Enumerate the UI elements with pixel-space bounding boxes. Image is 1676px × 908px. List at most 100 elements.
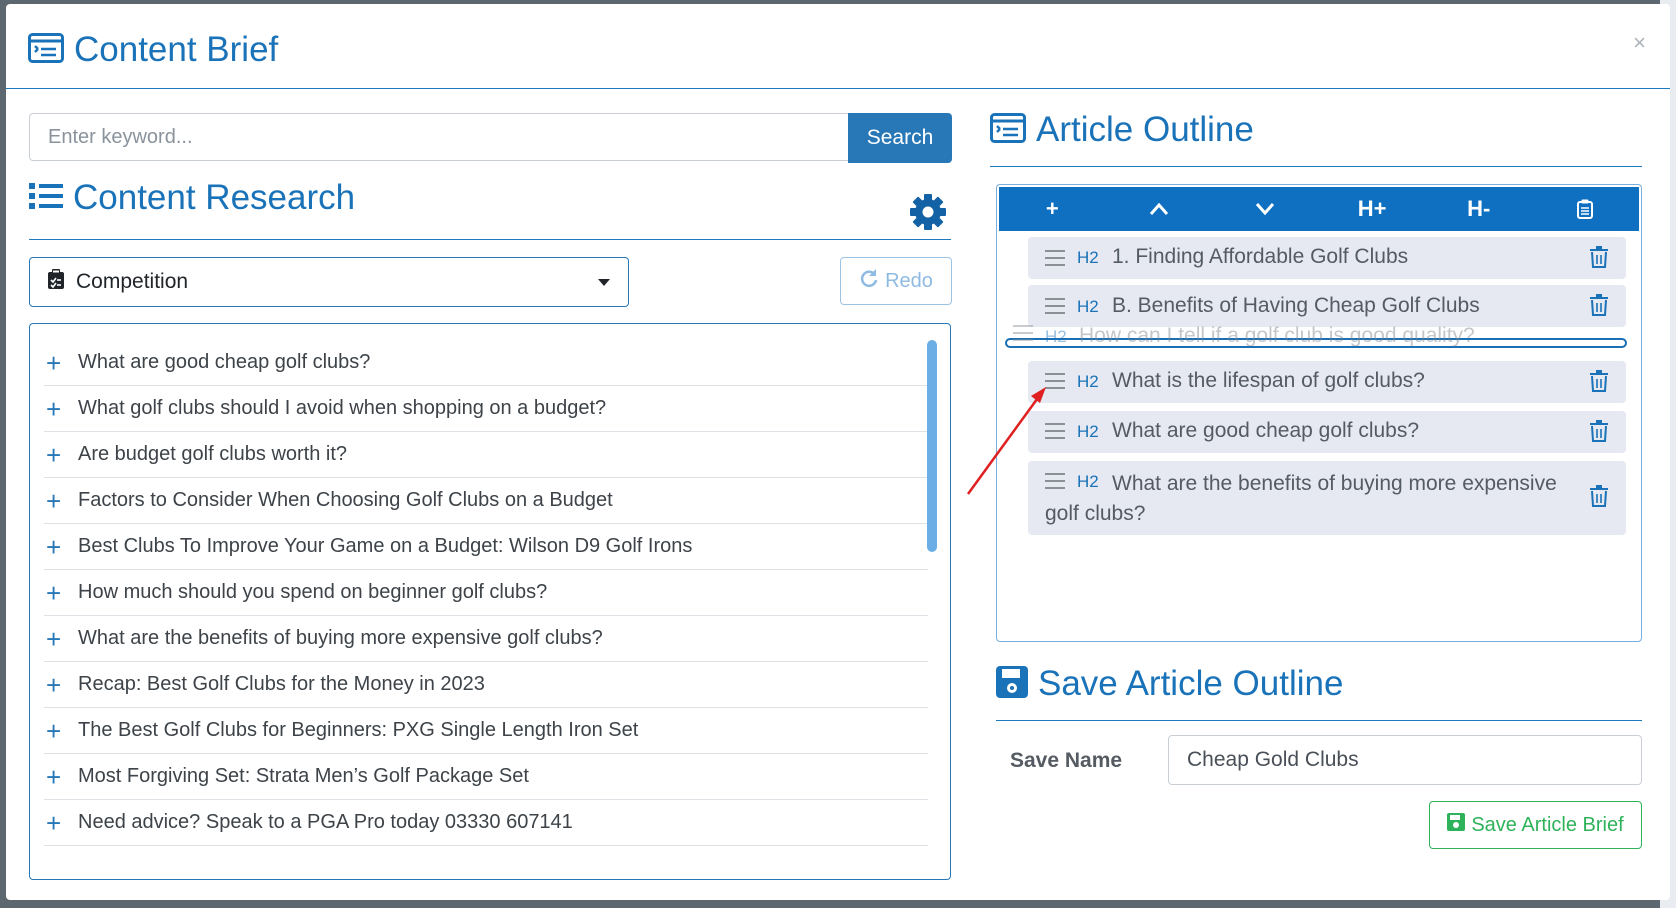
heading-level-badge: H2 bbox=[1077, 297, 1099, 316]
outline-item-label: 1. Finding Affordable Golf Clubs bbox=[1112, 245, 1409, 268]
outline-item-label: What are good cheap golf clubs? bbox=[1112, 419, 1420, 442]
outline-icon bbox=[990, 112, 1026, 148]
research-item-label: Are budget golf clubs worth it? bbox=[78, 443, 348, 465]
drag-handle-icon[interactable] bbox=[1045, 423, 1065, 444]
redo-label: Redo bbox=[885, 269, 933, 292]
clipboard-button[interactable] bbox=[1532, 187, 1639, 231]
heading-increase-button[interactable]: H+ bbox=[1319, 187, 1426, 231]
plus-icon[interactable]: + bbox=[44, 810, 74, 836]
modal-title: Content Brief bbox=[28, 30, 278, 70]
outline-divider bbox=[990, 166, 1642, 167]
outline-item[interactable]: H2 What are good cheap golf clubs? bbox=[1028, 411, 1626, 453]
research-item-label: What golf clubs should I avoid when shop… bbox=[78, 397, 607, 419]
plus-icon[interactable]: + bbox=[44, 396, 74, 422]
research-list-item[interactable]: + How much should you spend on beginner g… bbox=[44, 570, 928, 616]
research-item-label: What are the benefits of buying more exp… bbox=[78, 627, 603, 649]
research-results-panel: + What are good cheap golf clubs? + What go… bbox=[29, 323, 951, 880]
research-list-item[interactable]: + Best Clubs To Improve Your Game on a Bu… bbox=[44, 524, 928, 570]
heading-decrease-button[interactable]: H- bbox=[1425, 187, 1532, 231]
outline-item[interactable]: H2 What is the lifespan of golf clubs? bbox=[1028, 361, 1626, 403]
heading-level-badge: H2 bbox=[1045, 327, 1067, 346]
dragging-item-label: How can I tell if a golf club is good qu… bbox=[1079, 324, 1475, 347]
research-list: + What are good cheap golf clubs? + What go… bbox=[44, 340, 928, 846]
save-outline-title: Save Article Outline bbox=[1038, 664, 1344, 703]
research-item-label: Factors to Consider When Choosing Golf C… bbox=[78, 489, 613, 511]
plus-icon[interactable]: + bbox=[44, 350, 74, 376]
plus-icon[interactable]: + bbox=[44, 718, 74, 744]
save-icon bbox=[1447, 813, 1466, 837]
scrollbar-thumb[interactable] bbox=[927, 340, 937, 552]
clipboard-icon bbox=[1577, 199, 1594, 219]
research-item-label: What are good cheap golf clubs? bbox=[78, 351, 371, 373]
outline-panel: + H+ H- H2 1. Finding Affordable Golf Cl… bbox=[996, 184, 1642, 642]
article-outline-title: Article Outline bbox=[1036, 110, 1254, 149]
research-list-item[interactable]: + What are the benefits of buying more ex… bbox=[44, 616, 928, 662]
research-list-item[interactable]: + The Best Golf Clubs for Beginners: PXG … bbox=[44, 708, 928, 754]
plus-icon[interactable]: + bbox=[44, 580, 74, 606]
drag-handle-icon bbox=[1013, 325, 1033, 341]
save-name-input[interactable] bbox=[1168, 735, 1642, 785]
outline-toolbar: + H+ H- bbox=[999, 187, 1639, 231]
dragging-outline-item[interactable]: H2 How can I tell if a golf club is good… bbox=[997, 315, 1617, 355]
research-item-label: Best Clubs To Improve Your Game on a Bud… bbox=[78, 535, 693, 557]
heading-level-badge: H2 bbox=[1077, 248, 1099, 267]
heading-level-badge: H2 bbox=[1077, 422, 1099, 441]
gear-icon[interactable] bbox=[908, 192, 948, 237]
brief-icon bbox=[28, 32, 64, 68]
keyword-input[interactable] bbox=[29, 113, 849, 161]
outline-item[interactable]: H2 What are the benefits of buying more … bbox=[1028, 461, 1626, 535]
content-research-heading: Content Research bbox=[29, 178, 355, 218]
research-list-item[interactable]: + Most Forgiving Set: Strata Men’s Golf P… bbox=[44, 754, 928, 800]
research-list-item[interactable]: + Are budget golf clubs worth it? bbox=[44, 432, 928, 478]
modal-title-text: Content Brief bbox=[74, 30, 279, 69]
plus-icon[interactable]: + bbox=[44, 442, 74, 468]
trash-icon[interactable] bbox=[1590, 485, 1608, 513]
save-divider bbox=[996, 720, 1642, 721]
drag-handle-icon[interactable] bbox=[1045, 373, 1065, 394]
save-article-brief-button[interactable]: Save Article Brief bbox=[1429, 801, 1642, 849]
research-type-select[interactable]: Competition bbox=[29, 257, 629, 307]
trash-icon[interactable] bbox=[1590, 370, 1608, 398]
research-type-value: Competition bbox=[76, 270, 189, 293]
chevron-down-icon bbox=[1256, 203, 1275, 216]
outline-item-label: What are the benefits of buying more exp… bbox=[1045, 472, 1557, 525]
research-list-item[interactable]: + Factors to Consider When Choosing Golf … bbox=[44, 478, 928, 524]
plus-icon[interactable]: + bbox=[44, 488, 74, 514]
research-item-label: How much should you spend on beginner go… bbox=[78, 581, 548, 603]
list-icon bbox=[29, 182, 63, 215]
drag-handle-icon[interactable] bbox=[1045, 250, 1065, 271]
content-research-title: Content Research bbox=[73, 178, 356, 217]
outline-item-label: What is the lifespan of golf clubs? bbox=[1112, 369, 1425, 392]
research-item-label: Need advice? Speak to a PGA Pro today 03… bbox=[78, 811, 573, 833]
research-item-label: Most Forgiving Set: Strata Men’s Golf Pa… bbox=[78, 765, 529, 787]
modal-header: Content Brief × bbox=[6, 4, 1670, 89]
research-divider bbox=[29, 239, 951, 240]
research-list-item[interactable]: + What golf clubs should I avoid when sho… bbox=[44, 386, 928, 432]
search-button[interactable]: Search bbox=[848, 113, 952, 163]
redo-button[interactable]: Redo bbox=[840, 257, 952, 305]
plus-icon[interactable]: + bbox=[44, 626, 74, 652]
refresh-icon bbox=[859, 268, 879, 294]
chevron-up-icon bbox=[1149, 202, 1169, 215]
move-up-button[interactable] bbox=[1106, 187, 1213, 231]
research-list-item[interactable]: + What are good cheap golf clubs? bbox=[44, 340, 928, 386]
outline-item[interactable]: H2 1. Finding Affordable Golf Clubs bbox=[1028, 237, 1626, 279]
close-icon[interactable]: × bbox=[1633, 30, 1646, 56]
plus-icon[interactable]: + bbox=[44, 534, 74, 560]
plus-icon[interactable]: + bbox=[44, 764, 74, 790]
trash-icon[interactable] bbox=[1590, 246, 1608, 274]
plus-icon[interactable]: + bbox=[44, 672, 74, 698]
move-down-button[interactable] bbox=[1212, 187, 1319, 231]
research-list-item[interactable]: + Recap: Best Golf Clubs for the Money in… bbox=[44, 662, 928, 708]
article-outline-heading: Article Outline bbox=[990, 110, 1254, 150]
add-heading-button[interactable]: + bbox=[999, 187, 1106, 231]
trash-icon[interactable] bbox=[1590, 420, 1608, 448]
research-list-item[interactable]: + Need advice? Speak to a PGA Pro today 0… bbox=[44, 800, 928, 846]
save-name-label: Save Name bbox=[1010, 749, 1123, 772]
chevron-down-icon bbox=[598, 278, 610, 286]
clipboard-check-icon bbox=[48, 269, 64, 295]
save-icon bbox=[996, 665, 1028, 703]
save-outline-heading: Save Article Outline bbox=[996, 664, 1343, 704]
research-item-label: Recap: Best Golf Clubs for the Money in … bbox=[78, 673, 485, 695]
research-item-label: The Best Golf Clubs for Beginners: PXG S… bbox=[78, 719, 639, 741]
